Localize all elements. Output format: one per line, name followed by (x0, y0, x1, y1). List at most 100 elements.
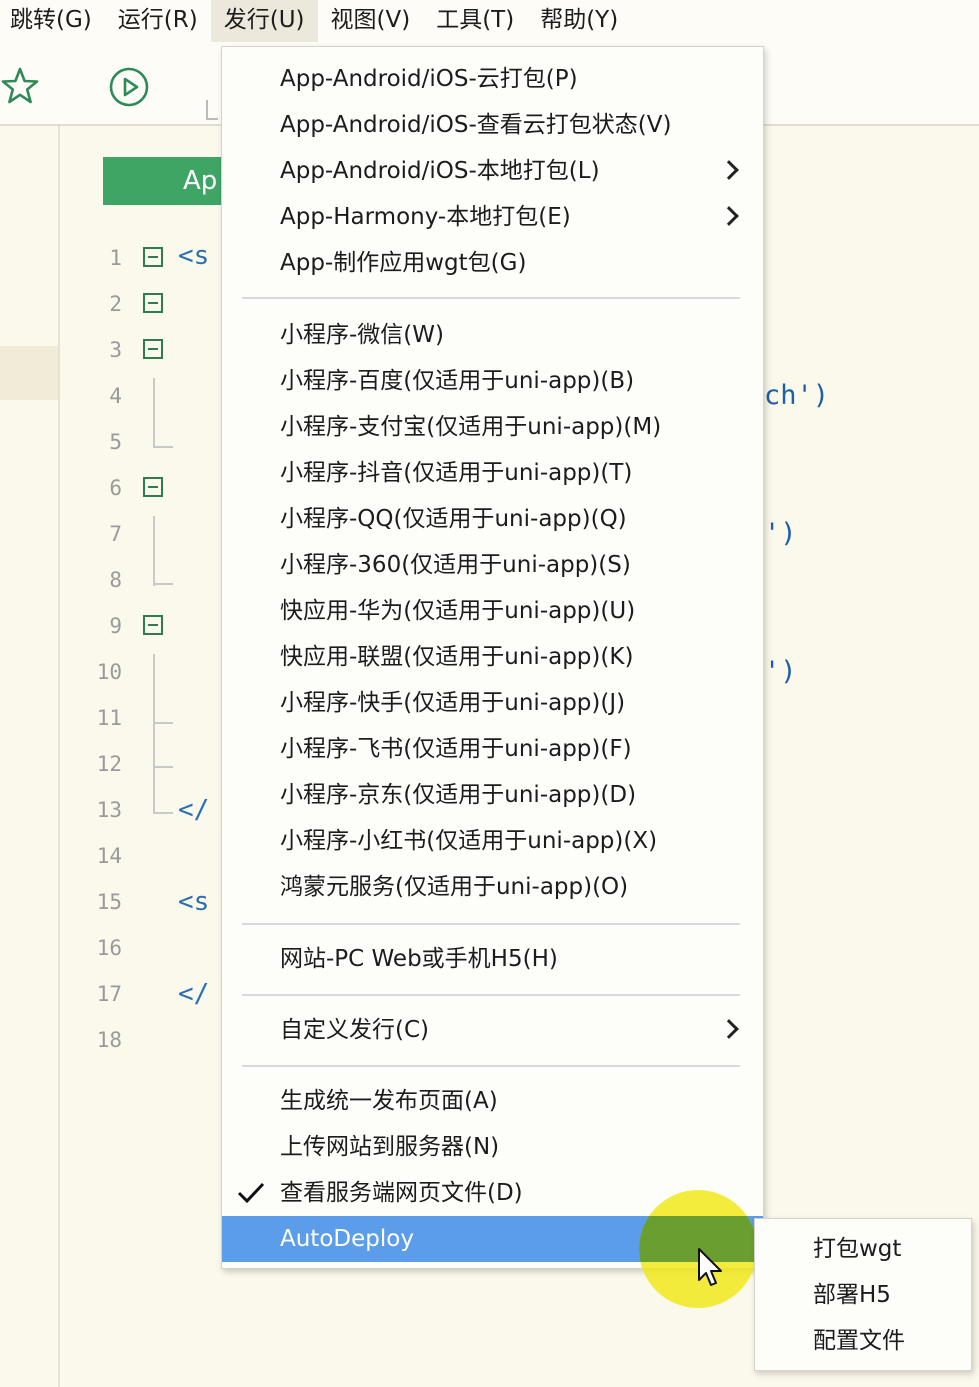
menu-item-label: 上传网站到服务器(N) (280, 1134, 500, 1160)
menu-item-app-local-build[interactable]: App-Android/iOS-本地打包(L) (222, 148, 763, 194)
line-number: 2 (109, 292, 122, 316)
line-number: 13 (96, 798, 122, 822)
menu-item-mp-xhs[interactable]: 小程序-小红书(仅适用于uni-app)(X) (222, 818, 763, 864)
mouse-pointer-icon (698, 1248, 722, 1286)
menu-separator (242, 994, 740, 996)
menu-item-custom-publish[interactable]: 自定义发行(C) (222, 1007, 763, 1053)
menu-item-label: 快应用-华为(仅适用于uni-app)(U) (280, 598, 636, 624)
menu-item-mp-qq[interactable]: 小程序-QQ(仅适用于uni-app)(Q) (222, 496, 763, 542)
menu-item-app-wgt[interactable]: App-制作应用wgt包(G) (222, 240, 763, 286)
menu-item-label: App-Android/iOS-查看云打包状态(V) (280, 112, 672, 138)
code-text: ') (764, 518, 797, 549)
line-number: 3 (109, 338, 122, 362)
menu-item-web-h5[interactable]: 网站-PC Web或手机H5(H) (222, 936, 763, 982)
code-text: <s (178, 241, 210, 271)
menubar: 跳转(G) 运行(R) 发行(U) 视图(V) 工具(T) 帮助(Y) (0, 0, 979, 42)
autodeploy-submenu: 打包wgt 部署H5 配置文件 (754, 1218, 972, 1371)
menu-tools[interactable]: 工具(T) (423, 0, 527, 42)
line-number: 11 (96, 706, 122, 730)
fold-toggle-icon[interactable] (143, 615, 163, 635)
code-text: ') (764, 656, 797, 687)
menu-item-mp-weixin[interactable]: 小程序-微信(W) (222, 312, 763, 358)
menu-item-label: App-Android/iOS-本地打包(L) (280, 158, 600, 184)
menu-item-mp-toutiao[interactable]: 小程序-抖音(仅适用于uni-app)(T) (222, 450, 763, 496)
menu-run[interactable]: 运行(R) (105, 0, 211, 42)
menu-item-mp-360[interactable]: 小程序-360(仅适用于uni-app)(S) (222, 542, 763, 588)
menu-item-harmony-local-build[interactable]: App-Harmony-本地打包(E) (222, 194, 763, 240)
menu-jump[interactable]: 跳转(G) (0, 0, 105, 42)
menu-item-upload-site[interactable]: 上传网站到服务器(N) (222, 1124, 763, 1170)
code-text: <s (178, 887, 210, 917)
menu-item-label: 鸿蒙元服务(仅适用于uni-app)(O) (280, 874, 629, 900)
line-number: 10 (96, 660, 122, 684)
menu-item-harmony-atomic-service[interactable]: 鸿蒙元服务(仅适用于uni-app)(O) (222, 864, 763, 910)
menu-item-quickapp-huawei[interactable]: 快应用-华为(仅适用于uni-app)(U) (222, 588, 763, 634)
menu-item-label: 小程序-京东(仅适用于uni-app)(D) (280, 782, 637, 808)
menu-separator (242, 923, 740, 925)
menu-item-label: 生成统一发布页面(A) (280, 1088, 498, 1114)
fold-toggle-icon[interactable] (143, 339, 163, 359)
code-text: </ (178, 979, 210, 1009)
line-number: 6 (109, 476, 122, 500)
line-number: 9 (109, 614, 122, 638)
run-icon[interactable] (108, 66, 150, 108)
menu-item-label: 小程序-微信(W) (280, 322, 444, 348)
toolbar-divider (206, 100, 218, 120)
chevron-right-icon (719, 1019, 739, 1039)
line-number: 4 (109, 384, 122, 408)
check-icon (237, 1182, 265, 1204)
publish-menu: App-Android/iOS-云打包(P) App-Android/iOS-查… (221, 46, 764, 1269)
menu-separator (242, 1065, 740, 1067)
menu-item-label: AutoDeploy (280, 1226, 414, 1252)
menu-item-label: 小程序-360(仅适用于uni-app)(S) (280, 552, 631, 578)
line-number: 18 (96, 1028, 122, 1052)
menu-item-label: 网站-PC Web或手机H5(H) (280, 946, 558, 972)
line-number: 1 (109, 246, 122, 270)
submenu-item-pack-wgt[interactable]: 打包wgt (813, 1226, 901, 1272)
submenu-item-deploy-h5[interactable]: 部署H5 (813, 1272, 891, 1318)
line-number: 7 (109, 522, 122, 546)
menu-item-label: 查看服务端网页文件(D) (280, 1180, 523, 1206)
menu-item-label: 自定义发行(C) (280, 1017, 430, 1043)
line-number: 15 (96, 890, 122, 914)
current-line-highlight (0, 346, 58, 400)
menu-publish[interactable]: 发行(U) (210, 0, 318, 42)
menu-item-mp-kuaishou[interactable]: 小程序-快手(仅适用于uni-app)(J) (222, 680, 763, 726)
menu-item-app-cloud-build[interactable]: App-Android/iOS-云打包(P) (222, 56, 763, 102)
line-number: 12 (96, 752, 122, 776)
menu-item-label: 小程序-百度(仅适用于uni-app)(B) (280, 368, 635, 394)
menu-item-mp-lark[interactable]: 小程序-飞书(仅适用于uni-app)(F) (222, 726, 763, 772)
menu-item-label: 小程序-小红书(仅适用于uni-app)(X) (280, 828, 658, 854)
menu-help[interactable]: 帮助(Y) (527, 0, 631, 42)
menu-item-mp-alipay[interactable]: 小程序-支付宝(仅适用于uni-app)(M) (222, 404, 763, 450)
code-text: </ (178, 795, 210, 825)
line-number: 17 (96, 982, 122, 1006)
side-panel-edge (0, 126, 60, 1387)
menu-item-generate-release-page[interactable]: 生成统一发布页面(A) (222, 1078, 763, 1124)
menu-item-label: App-Harmony-本地打包(E) (280, 204, 571, 230)
submenu-item-config-file[interactable]: 配置文件 (813, 1318, 905, 1364)
menu-item-label: App-制作应用wgt包(G) (280, 250, 527, 276)
line-number: 5 (109, 430, 122, 454)
fold-toggle-icon[interactable] (143, 293, 163, 313)
code-text: ch') (764, 380, 830, 411)
menu-item-label: 小程序-飞书(仅适用于uni-app)(F) (280, 736, 632, 762)
menu-item-app-cloud-status[interactable]: App-Android/iOS-查看云打包状态(V) (222, 102, 763, 148)
chevron-right-icon (719, 160, 739, 180)
fold-toggle-icon[interactable] (143, 247, 163, 267)
menu-item-mp-baidu[interactable]: 小程序-百度(仅适用于uni-app)(B) (222, 358, 763, 404)
menu-item-quickapp-union[interactable]: 快应用-联盟(仅适用于uni-app)(K) (222, 634, 763, 680)
menu-item-label: 快应用-联盟(仅适用于uni-app)(K) (280, 644, 634, 670)
menu-item-label: 小程序-支付宝(仅适用于uni-app)(M) (280, 414, 662, 440)
chevron-right-icon (719, 206, 739, 226)
line-number: 16 (96, 936, 122, 960)
fold-toggle-icon[interactable] (143, 477, 163, 497)
menu-item-label: App-Android/iOS-云打包(P) (280, 66, 578, 92)
menu-view[interactable]: 视图(V) (318, 0, 424, 42)
line-number: 14 (96, 844, 122, 868)
menu-separator (242, 297, 740, 299)
line-number: 8 (109, 568, 122, 592)
menu-item-mp-jd[interactable]: 小程序-京东(仅适用于uni-app)(D) (222, 772, 763, 818)
menu-item-label: 小程序-抖音(仅适用于uni-app)(T) (280, 460, 633, 486)
star-icon[interactable] (0, 66, 40, 106)
